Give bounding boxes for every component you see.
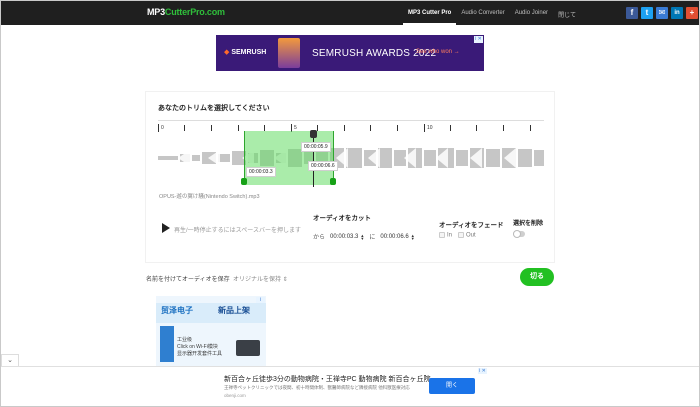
site-logo[interactable]: MP3CutterPro.com	[147, 7, 225, 17]
trim-title: あなたのトリムを選択してください	[158, 105, 270, 112]
ruler-label-0: 0	[161, 125, 164, 131]
bottom-ad-title[interactable]: 新百合ヶ丘徒歩3分の動物病院・王禅寺PC 動物病院 新百合ヶ丘院	[224, 374, 431, 384]
fade-out-checkbox[interactable]	[458, 232, 465, 238]
timeline-ruler[interactable]: 0 5 10	[158, 120, 544, 134]
cut-button[interactable]: 切る	[520, 268, 554, 286]
toggle-knob	[513, 230, 521, 238]
bottom-ad-open-button[interactable]: 開く	[429, 378, 475, 394]
fade-out-label: Out	[466, 232, 476, 239]
side-ad-logo: 贸泽电子	[161, 306, 193, 315]
delete-selection-title: 選択を削除	[513, 221, 544, 227]
start-time-input[interactable]: 00:00:03.3 ▲ ▼	[328, 233, 366, 241]
side-ad-accent	[160, 326, 174, 362]
file-name: OPUS-遊の翼け騒(Nintendo Switch).mp3	[159, 194, 260, 200]
side-ad-line2: Click on Wi-Fi模块	[177, 344, 218, 350]
end-time-input[interactable]: 00:00:06.6 ▲ ▼	[378, 233, 416, 241]
logo-text-mp3: MP3	[147, 7, 165, 17]
ruler-tick	[503, 125, 504, 131]
fade-in-label: In	[447, 232, 453, 239]
nav-link-close[interactable]: 閉じて	[553, 1, 581, 25]
start-time-stepper-icon[interactable]: ▲ ▼	[360, 233, 364, 240]
ruler-label-10: 10	[427, 125, 433, 131]
ruler-tick	[370, 125, 371, 131]
cut-audio-title: オーディオをカット	[313, 215, 372, 222]
start-time-tooltip: 00:00:03.3	[246, 167, 276, 177]
end-time-stepper-icon[interactable]: ▲ ▼	[411, 233, 415, 240]
ruler-tick	[344, 125, 345, 131]
trophy-icon	[278, 38, 300, 68]
playhead-time-tooltip: 00:00:06.6	[308, 161, 338, 171]
top-navbar: MP3CutterPro.com MP3 Cutter Pro Audio Co…	[1, 1, 699, 25]
linkedin-icon[interactable]: in	[671, 7, 683, 19]
side-ad-line1: 工业级	[177, 337, 193, 343]
fade-audio-title: オーディオをフェード	[439, 222, 504, 229]
fade-out-option[interactable]: Out	[458, 232, 476, 239]
ruler-tick	[238, 125, 239, 131]
ruler-tick	[184, 125, 185, 131]
device-image	[236, 340, 260, 356]
from-label: から	[313, 235, 326, 241]
ruler-tick	[211, 125, 212, 131]
end-time-value: 00:00:06.6	[380, 233, 409, 240]
facebook-icon[interactable]: f	[626, 7, 638, 19]
fade-in-checkbox[interactable]	[439, 232, 445, 238]
end-handle[interactable]	[330, 178, 336, 185]
ad-link-text: See who won	[416, 49, 453, 55]
audio-waveform[interactable]	[158, 136, 544, 180]
cut-time-row: から 00:00:03.3 ▲ ▼ に 00:00:06.6 ▲ ▼	[313, 232, 417, 241]
nav-link-mp3-cutter[interactable]: MP3 Cutter Pro	[403, 1, 457, 25]
play-hint: 再生/一時停止するにはスペースバーを押します	[174, 228, 301, 234]
bottom-ad-close-icon[interactable]: i ✕	[478, 368, 487, 374]
email-icon[interactable]: ✉	[656, 7, 668, 19]
playhead-handle[interactable]	[310, 130, 317, 138]
ruler-tick	[530, 125, 531, 131]
ruler-tick	[158, 124, 159, 132]
play-icon[interactable]	[162, 223, 170, 233]
selection-start-line	[244, 131, 245, 185]
ad-close-icon[interactable]: i ✕	[474, 36, 483, 43]
social-icons: f t ✉ in +	[626, 7, 698, 19]
ad-brand-name: SEMRUSH	[231, 49, 267, 56]
bottom-ad-url: obenji.com	[224, 393, 246, 398]
ruler-tick	[397, 125, 398, 131]
ad-banner-top[interactable]: ◆ SEMRUSH SEMRUSH AWARDS 2022 See who wo…	[216, 35, 484, 71]
plus-share-icon[interactable]: +	[686, 7, 698, 19]
collapse-ad-icon[interactable]: ⌄	[1, 354, 19, 366]
format-select[interactable]: オリジナルを保持 ⇕	[233, 274, 288, 283]
ruler-tick	[476, 125, 477, 131]
ad-brand-logo: ◆ SEMRUSH	[224, 49, 267, 56]
nav-links: MP3 Cutter Pro Audio Converter Audio Joi…	[403, 1, 581, 25]
save-as-label: 名前を付けてオーディオを保存	[146, 277, 230, 283]
ad-link[interactable]: See who won →	[416, 49, 460, 55]
start-time-value: 00:00:03.3	[330, 233, 359, 240]
side-ad-line3: 显示器开发套件工具	[177, 351, 223, 357]
bottom-ad-description: 王禅寺ペットクリニックでは夜間、初十時間体制、獣醫師病院など隣接病院 他科獣医療…	[224, 385, 410, 390]
ruler-line	[158, 120, 544, 121]
ad-banner-side[interactable]: i 贸泽电子 新品上架 工业级 Click on Wi-Fi模块 显示器开发套件…	[156, 296, 266, 372]
nav-link-audio-joiner[interactable]: Audio Joiner	[510, 1, 553, 25]
fade-in-option[interactable]: In	[439, 232, 452, 239]
start-handle[interactable]	[241, 178, 247, 185]
nav-link-audio-converter[interactable]: Audio Converter	[456, 1, 509, 25]
side-ad-tag: 新品上架	[218, 306, 250, 315]
twitter-icon[interactable]: t	[641, 7, 653, 19]
ruler-tick	[450, 125, 451, 131]
logo-text-domain: CutterPro.com	[164, 7, 225, 17]
to-label: に	[369, 235, 376, 241]
ruler-tick	[424, 124, 425, 132]
end-time-tooltip: 00:00:05.9	[301, 142, 331, 152]
selection-end-line	[333, 131, 334, 185]
fade-options: In Out	[439, 232, 476, 239]
